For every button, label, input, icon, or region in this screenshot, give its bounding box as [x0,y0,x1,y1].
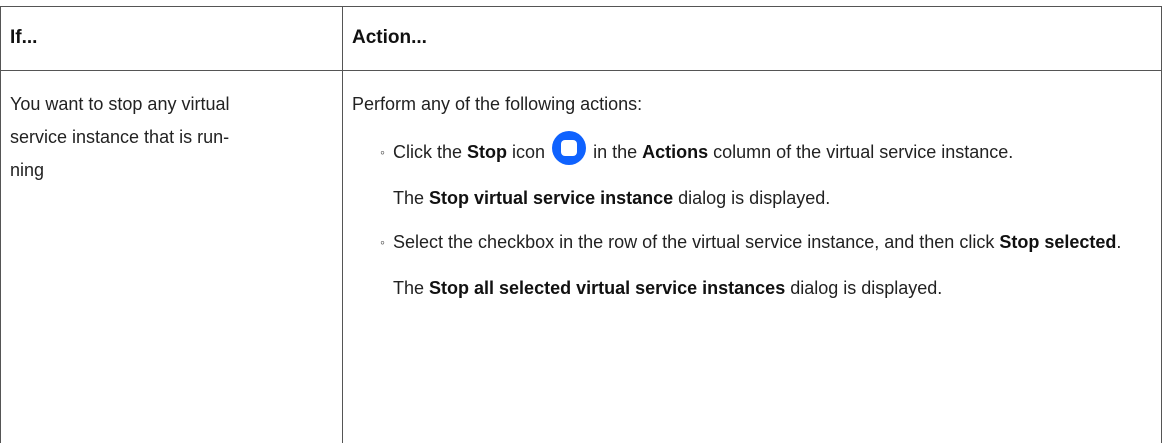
header-if: If... [1,7,343,70]
note2-pre: The [393,278,430,298]
item2-stop-selected-label: Stop selected [999,232,1117,252]
note1-dialog-name: Stop virtual service instance [429,188,674,208]
list-item-stop-icon: ◦ Click the Stop icon in the Actions col… [352,131,1151,169]
table-row: You want to stop any virtual service ins… [1,71,1161,443]
note-stop-all-dialog: The Stop all selected virtual service in… [352,272,1151,305]
item1-stop-label: Stop [467,142,508,162]
note2-post: dialog is displayed. [785,278,943,298]
list-item-stop-selected: ◦ Select the checkbox in the row of the … [352,226,1151,259]
item1-post2: column of the virtual service instance. [708,142,1014,162]
item1-post1: in the [588,142,643,162]
header-action: Action... [352,27,427,48]
bullet: ◦ [380,234,385,250]
if-action-table: If... Action... You want to stop any vir… [0,6,1162,443]
condition-line-1: You want to stop any virtual [10,94,230,114]
condition-cell: You want to stop any virtual service ins… [1,71,343,443]
condition-line-3: ning [10,160,45,180]
bullet: ◦ [380,144,385,160]
note2-dialog-name: Stop all selected virtual service instan… [429,278,786,298]
condition-line-2: service instance that is run- [10,127,230,147]
action-intro: Perform any of the following actions: [352,94,643,114]
stop-circle-icon [552,131,587,166]
item1-actions-label: Actions [642,142,709,162]
note1-pre: The [393,188,430,208]
action-cell: Perform any of the following actions: ◦ … [343,71,1161,443]
table-header-row: If... Action... [1,7,1161,71]
note-stop-dialog: The Stop virtual service instance dialog… [352,182,1151,215]
item2-post: . [1116,232,1122,252]
item2-pre: Select the checkbox in the row of the vi… [393,232,1000,252]
item1-pre: Click the [393,142,468,162]
item1-mid: icon [507,142,551,162]
note1-post: dialog is displayed. [673,188,831,208]
